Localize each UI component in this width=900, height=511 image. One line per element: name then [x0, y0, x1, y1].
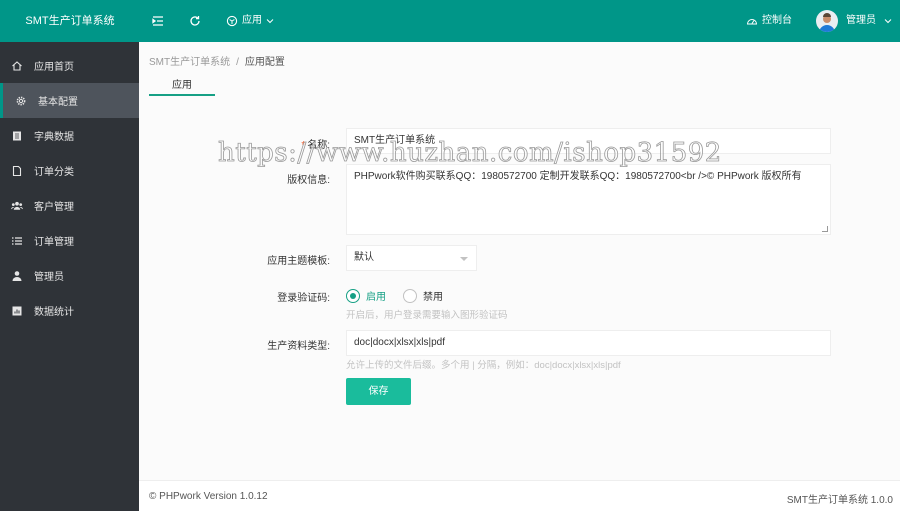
- radio-label: 禁用: [423, 292, 443, 303]
- sidebar-item-admins[interactable]: 管理员: [0, 258, 139, 293]
- app-menu-label: 应用: [242, 15, 262, 26]
- file-types-input[interactable]: doc|docx|xlsx|xls|pdf: [346, 330, 831, 356]
- sidebar-item-order-category[interactable]: 订单分类: [0, 153, 139, 188]
- required-mark: *: [301, 140, 306, 151]
- home-icon: [11, 60, 23, 72]
- list-icon: [11, 235, 23, 247]
- copyright-textarea[interactable]: PHPwork软件购买联系QQ：1980572700 定制开发联系QQ：1980…: [346, 164, 831, 235]
- user-avatar-icon: [819, 13, 835, 32]
- sidebar-item-customers[interactable]: 客户管理: [0, 188, 139, 223]
- file-icon: [11, 165, 23, 177]
- captcha-hint: 开启后，用户登录需要输入图形验证码: [346, 310, 508, 321]
- avatar: [816, 10, 838, 32]
- book-icon: [11, 130, 23, 142]
- sidebar-item-label: 订单分类: [34, 167, 74, 178]
- sidebar-item-basic-config[interactable]: 基本配置: [0, 83, 139, 118]
- sidebar-item-home[interactable]: 应用首页: [0, 48, 139, 83]
- copyright-label: 版权信息:: [287, 175, 330, 186]
- app-logo[interactable]: SMT生产订单系统: [0, 0, 140, 42]
- radio-label: 启用: [366, 292, 386, 303]
- indent-icon: [152, 16, 163, 26]
- sidebar-item-statistics[interactable]: 数据统计: [0, 293, 139, 328]
- sidebar-item-dictionary[interactable]: 字典数据: [0, 118, 139, 153]
- sidebar: 应用首页 基本配置 字典数据 订单分类 客户管理 订单管理 管理员 数据统计: [0, 42, 139, 511]
- refresh-button[interactable]: [189, 0, 201, 42]
- captcha-label: 登录验证码:: [277, 293, 330, 304]
- caret-down-icon: [460, 257, 468, 261]
- theme-label: 应用主题模板:: [267, 256, 330, 267]
- sidebar-item-label: 数据统计: [34, 307, 74, 318]
- copyright-text: PHPwork软件购买联系QQ：1980572700 定制开发联系QQ：1980…: [354, 171, 802, 182]
- chevron-down-icon: [884, 19, 892, 24]
- breadcrumb: SMT生产订单系统 / 应用配置: [149, 53, 285, 68]
- radio-checked-icon: [346, 288, 360, 303]
- file-types-label: 生产资料类型:: [267, 341, 330, 352]
- footer-version: © PHPwork Version 1.0.12: [149, 491, 268, 502]
- theme-select[interactable]: 默认: [346, 245, 477, 271]
- app-menu-dropdown[interactable]: 应用: [226, 0, 274, 42]
- radio-unchecked-icon: [403, 288, 417, 303]
- sidebar-item-label: 基本配置: [38, 97, 78, 108]
- console-label: 控制台: [762, 15, 792, 26]
- save-button[interactable]: 保存: [346, 378, 411, 405]
- resize-handle[interactable]: [822, 226, 828, 232]
- user-icon: [11, 270, 23, 282]
- sidebar-item-label: 客户管理: [34, 202, 74, 213]
- breadcrumb-current: 应用配置: [244, 57, 285, 68]
- captcha-disable-radio[interactable]: 禁用: [403, 288, 443, 303]
- console-link[interactable]: 控制台: [746, 0, 792, 42]
- gear-icon: [15, 95, 27, 107]
- sidebar-item-label: 订单管理: [34, 237, 74, 248]
- name-label: * 名称:: [301, 140, 330, 151]
- menu-toggle-button[interactable]: [152, 0, 164, 42]
- breadcrumb-separator: /: [236, 57, 239, 68]
- users-icon: [11, 200, 23, 212]
- dashboard-icon: [746, 19, 758, 25]
- footer: © PHPwork Version 1.0.12 SMT生产订单系统 1.0.0: [139, 480, 900, 511]
- captcha-enable-radio[interactable]: 启用: [346, 288, 386, 303]
- file-types-hint: 允许上传的文件后缀。多个用 | 分隔，例如：doc|docx|xlsx|xls|…: [346, 360, 621, 371]
- sidebar-item-label: 字典数据: [34, 132, 74, 143]
- sidebar-item-label: 管理员: [34, 272, 64, 283]
- user-menu[interactable]: 管理员: [816, 0, 892, 42]
- breadcrumb-root[interactable]: SMT生产订单系统: [149, 57, 230, 68]
- refresh-icon: [190, 16, 200, 26]
- top-header: SMT生产订单系统 应用 控制台 管理员: [0, 0, 900, 42]
- sidebar-item-label: 应用首页: [34, 62, 74, 73]
- cube-icon: [226, 15, 238, 27]
- chart-icon: [11, 305, 23, 317]
- theme-selected-value: 默认: [354, 252, 374, 263]
- main-content: SMT生产订单系统 / 应用配置 应用: [139, 42, 900, 511]
- chevron-down-icon: [266, 19, 274, 24]
- name-input[interactable]: SMT生产订单系统: [346, 128, 831, 154]
- footer-app-version: SMT生产订单系统 1.0.0: [786, 495, 893, 506]
- user-name: 管理员: [846, 15, 876, 26]
- tab-app[interactable]: 应用: [149, 74, 215, 96]
- sidebar-item-orders[interactable]: 订单管理: [0, 223, 139, 258]
